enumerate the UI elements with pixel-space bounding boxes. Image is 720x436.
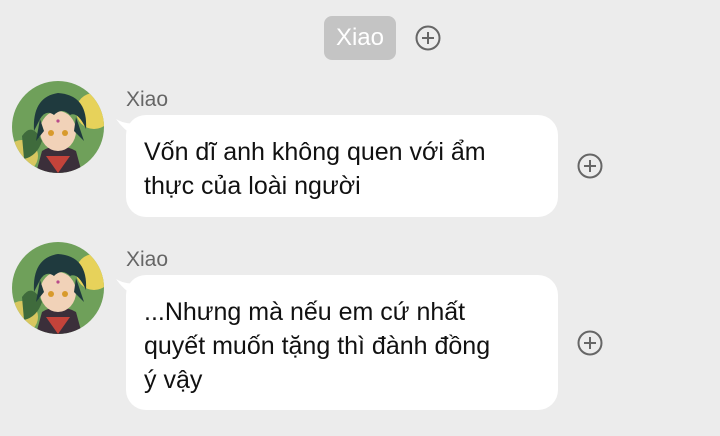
message-line: ý vậy [144,366,203,394]
add-reaction-icon[interactable] [577,153,603,179]
add-reaction-icon[interactable] [577,330,603,356]
message-bubble[interactable]: Vốn dĩ anh không quen với ẩm thực của lo… [116,115,558,217]
sender-name: Xiao [126,88,169,111]
sender-name: Xiao [126,248,169,271]
message-bubble[interactable]: ...Nhưng mà nếu em cứ nhất quyết muốn tặ… [116,275,558,410]
message-line: quyết muốn tặng thì đành đồng [144,332,491,360]
bubble-tail [116,119,138,137]
avatar[interactable] [12,81,104,173]
message-line: ...Nhưng mà nếu em cứ nhất [144,298,466,326]
message-line: thực của loài người [144,172,361,200]
avatar[interactable] [12,242,104,334]
message-line: Vốn dĩ anh không quen với ẩm [144,138,486,166]
bubble-tail [116,279,138,297]
name-chip[interactable]: Xiao [324,16,396,60]
add-icon[interactable] [415,25,441,51]
